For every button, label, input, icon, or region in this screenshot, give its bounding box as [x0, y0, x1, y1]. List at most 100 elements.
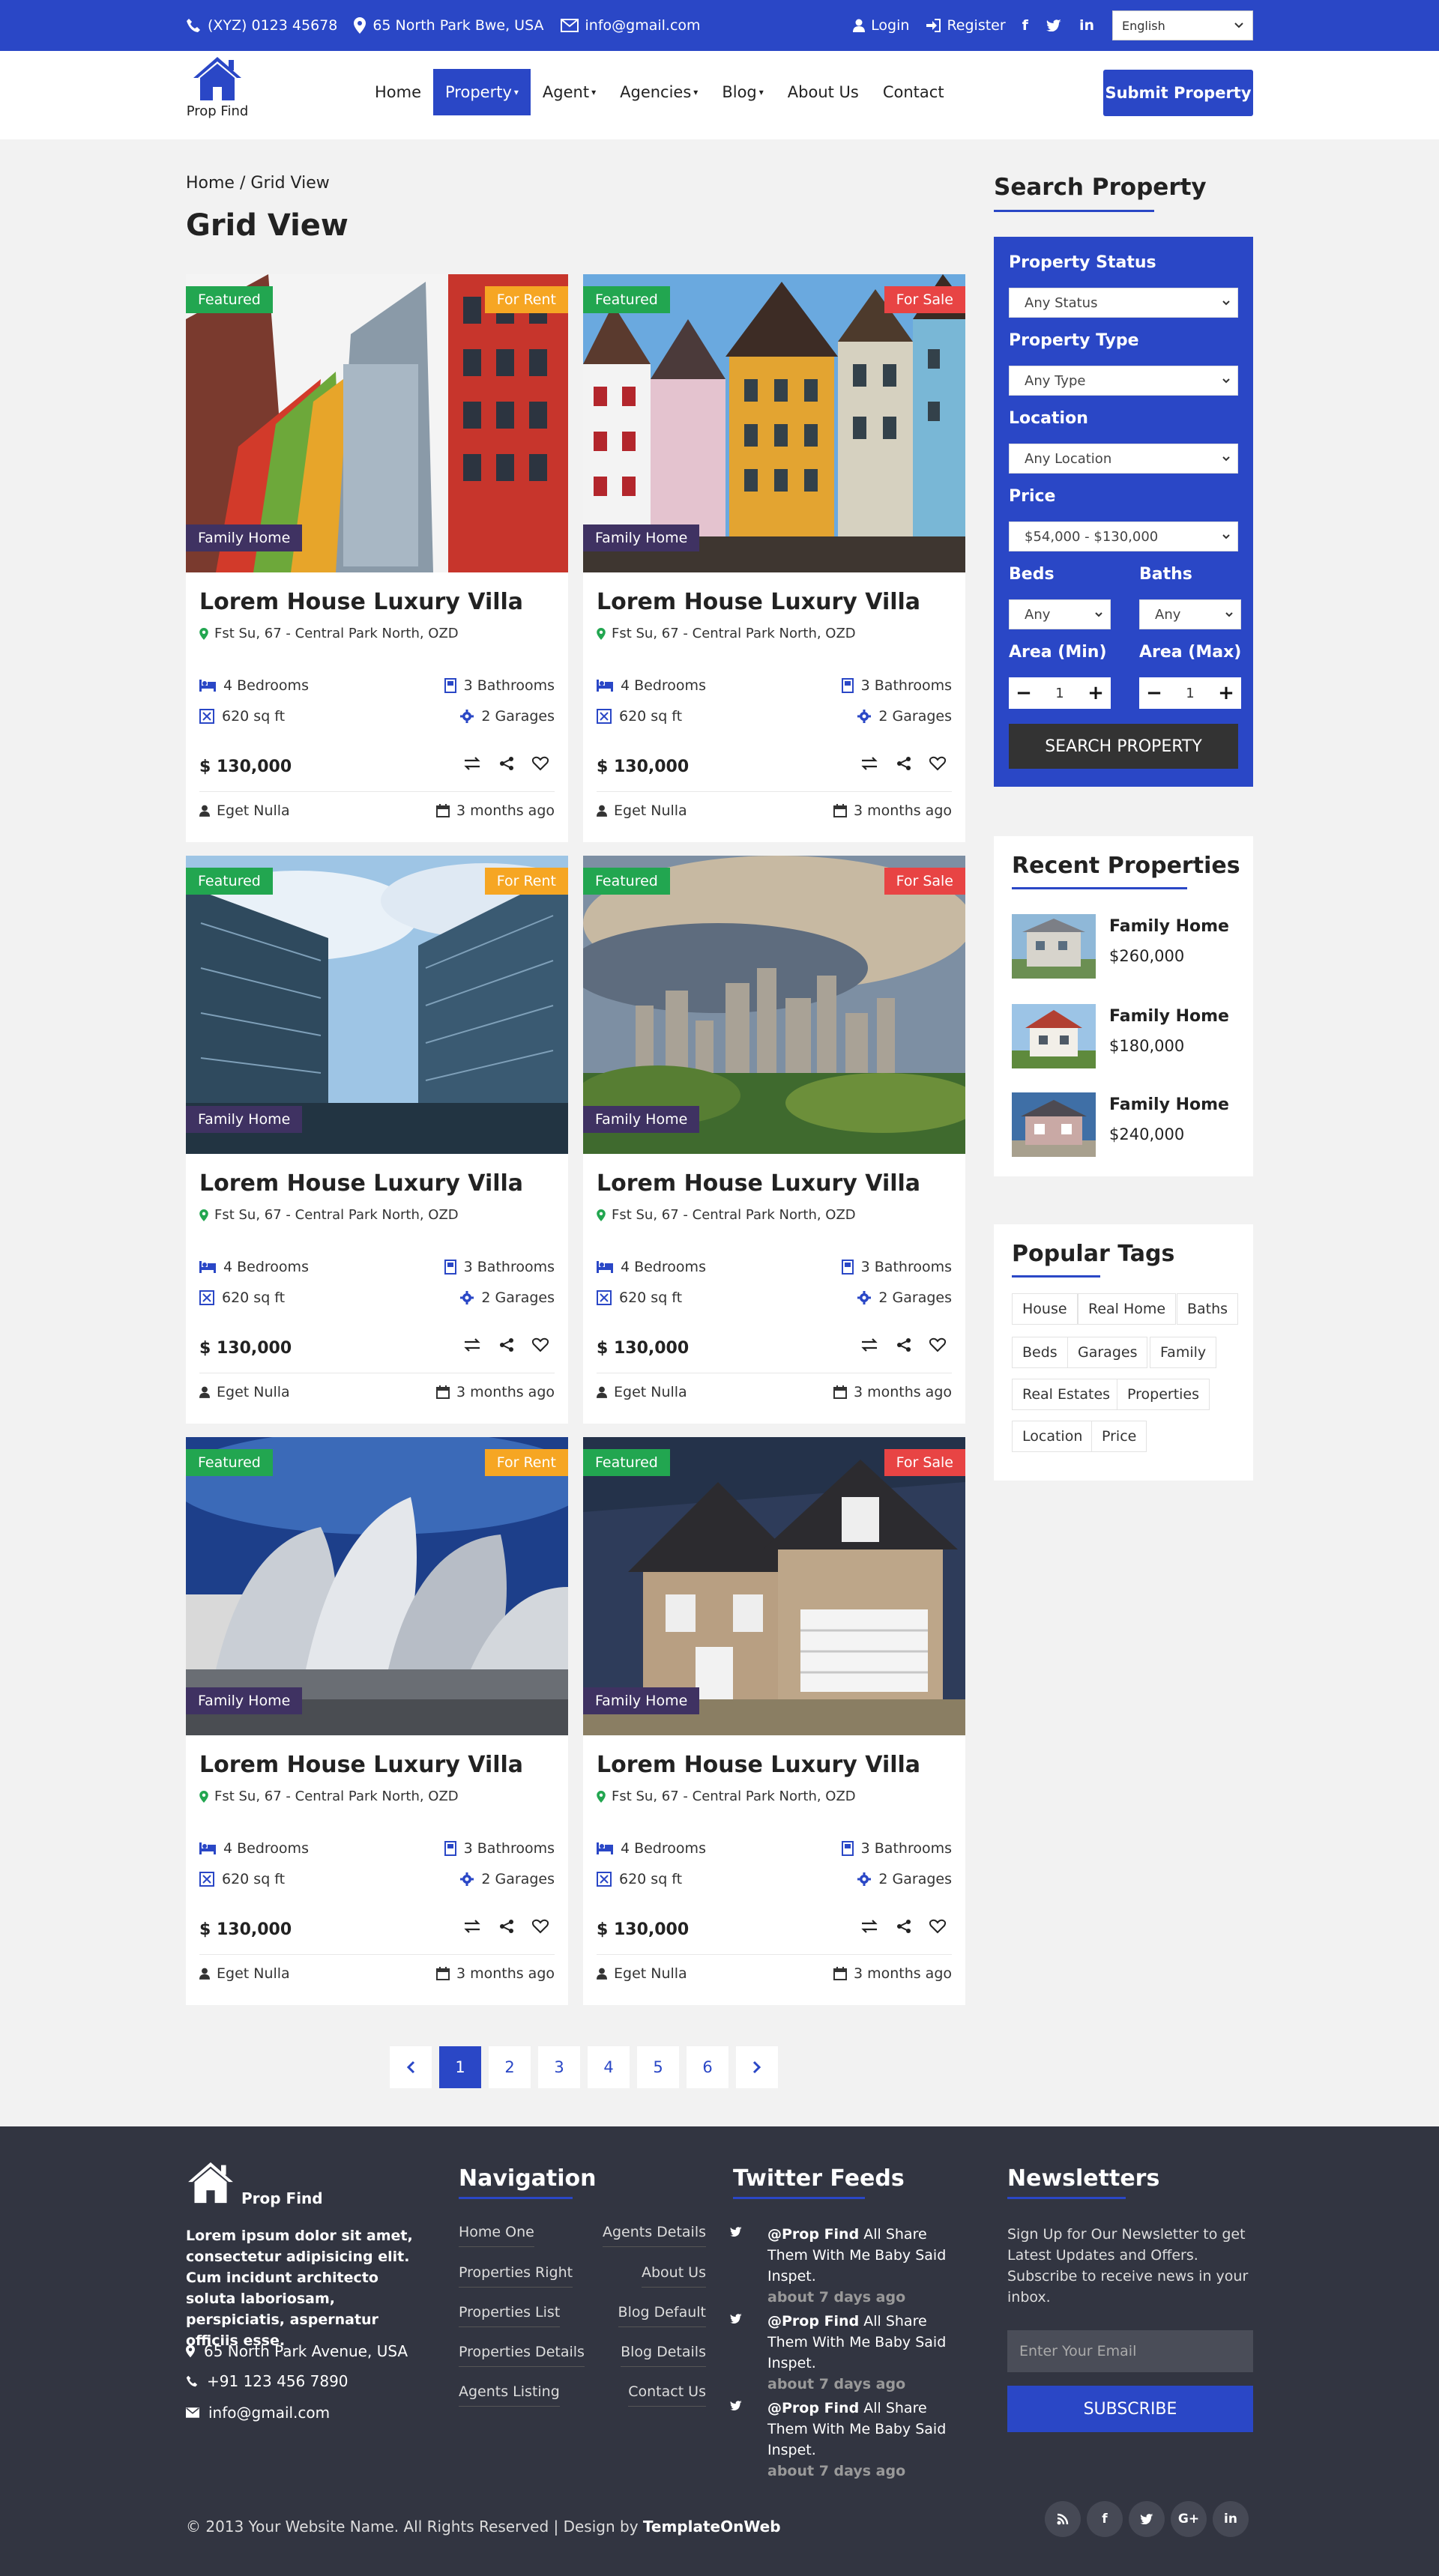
share-icon[interactable]: [896, 756, 911, 771]
nav-agent[interactable]: Agent ▾: [531, 69, 608, 115]
twitter-icon[interactable]: [1129, 2501, 1165, 2537]
page-3[interactable]: 3: [538, 2046, 580, 2088]
area-min-increment[interactable]: +: [1081, 682, 1111, 704]
property-owner[interactable]: Eget Nulla: [597, 1965, 687, 1982]
topbar-phone[interactable]: (XYZ) 0123 45678: [186, 17, 337, 34]
page-6[interactable]: 6: [687, 2046, 728, 2088]
facebook-icon[interactable]: f: [1087, 2501, 1123, 2537]
nav-contact[interactable]: Contact: [871, 69, 956, 115]
footer-email[interactable]: info@gmail.com: [186, 2404, 330, 2422]
facebook-icon[interactable]: f: [1022, 17, 1028, 34]
beds-select[interactable]: Any: [1009, 599, 1111, 629]
share-icon[interactable]: [896, 1337, 911, 1352]
footer-phone[interactable]: +91 123 456 7890: [186, 2372, 349, 2390]
heart-icon[interactable]: [532, 1337, 549, 1352]
recent-item[interactable]: Family Home $180,000: [1012, 1004, 1237, 1068]
compare-icon[interactable]: [463, 1337, 481, 1352]
property-owner[interactable]: Eget Nulla: [199, 802, 290, 819]
newsletter-email-input[interactable]: Enter Your Email: [1007, 2330, 1253, 2372]
register-link[interactable]: Register: [926, 17, 1006, 34]
twitter-icon[interactable]: [1046, 19, 1061, 31]
share-icon[interactable]: [499, 1337, 514, 1352]
tweet[interactable]: @Prop Find All Share Them With Me Baby S…: [730, 2311, 958, 2395]
search-property-button[interactable]: SEARCH PROPERTY: [1009, 724, 1238, 769]
property-owner[interactable]: Eget Nulla: [199, 1965, 290, 1982]
property-card[interactable]: Featured For Sale Family Home Lorem Hous…: [583, 1437, 965, 2005]
login-link[interactable]: Login: [853, 17, 909, 34]
pagination-next[interactable]: [736, 2046, 778, 2088]
page-4[interactable]: 4: [588, 2046, 630, 2088]
area-min-value[interactable]: 1: [1039, 686, 1081, 701]
property-title[interactable]: Lorem House Luxury Villa: [597, 589, 920, 615]
footer-link-home-one[interactable]: Home One: [459, 2224, 534, 2247]
heart-icon[interactable]: [929, 1919, 946, 1934]
property-owner[interactable]: Eget Nulla: [597, 1384, 687, 1400]
linkedin-icon[interactable]: in: [1213, 2501, 1249, 2537]
tag-price[interactable]: Price: [1091, 1421, 1147, 1452]
footer-link-blog-default[interactable]: Blog Default: [618, 2304, 706, 2327]
property-card[interactable]: Featured For Rent Family Home Lorem Hous…: [186, 274, 568, 842]
tag-location[interactable]: Location: [1012, 1421, 1093, 1452]
nav-about[interactable]: About Us: [776, 69, 871, 115]
status-select[interactable]: Any Status: [1009, 288, 1238, 318]
property-card[interactable]: Featured For Sale Family Home Lorem Hous…: [583, 856, 965, 1424]
price-select[interactable]: $54,000 - $130,000: [1009, 521, 1238, 551]
area-max-increment[interactable]: +: [1211, 682, 1241, 704]
footer-link-blog-details[interactable]: Blog Details: [621, 2344, 706, 2367]
page-1[interactable]: 1: [439, 2046, 481, 2088]
page-5[interactable]: 5: [637, 2046, 679, 2088]
property-card[interactable]: Featured For Rent Family Home Lorem Hous…: [186, 856, 568, 1424]
pagination-prev[interactable]: [390, 2046, 432, 2088]
compare-icon[interactable]: [463, 756, 481, 771]
footer-link-contact-us[interactable]: Contact Us: [628, 2383, 706, 2407]
footer-link-properties-details[interactable]: Properties Details: [459, 2344, 585, 2367]
property-title[interactable]: Lorem House Luxury Villa: [597, 1170, 920, 1197]
breadcrumb-home[interactable]: Home: [186, 174, 235, 193]
footer-link-properties-right[interactable]: Properties Right: [459, 2264, 573, 2288]
tweet[interactable]: @Prop Find All Share Them With Me Baby S…: [730, 2398, 958, 2482]
location-select[interactable]: Any Location: [1009, 444, 1238, 474]
footer-link-about-us[interactable]: About Us: [641, 2264, 706, 2288]
footer-link-agents-details[interactable]: Agents Details: [602, 2224, 706, 2247]
baths-select[interactable]: Any: [1139, 599, 1241, 629]
tag-house[interactable]: House: [1012, 1293, 1078, 1325]
tweet[interactable]: @Prop Find All Share Them With Me Baby S…: [730, 2224, 958, 2308]
nav-property[interactable]: Property ▾: [433, 69, 531, 115]
nav-blog[interactable]: Blog ▾: [710, 69, 775, 115]
compare-icon[interactable]: [463, 1919, 481, 1934]
site-logo[interactable]: Prop Find: [186, 55, 249, 119]
designer-link[interactable]: TemplateOnWeb: [643, 2518, 781, 2536]
property-owner[interactable]: Eget Nulla: [597, 802, 687, 819]
rss-icon[interactable]: [1045, 2501, 1081, 2537]
recent-item[interactable]: Family Home $260,000: [1012, 914, 1237, 979]
subscribe-button[interactable]: SUBSCRIBE: [1007, 2386, 1253, 2432]
property-card[interactable]: Featured For Rent Family Home Lorem Hous…: [186, 1437, 568, 2005]
tag-properties[interactable]: Properties: [1117, 1379, 1210, 1410]
tag-real-home[interactable]: Real Home: [1078, 1293, 1177, 1325]
property-owner[interactable]: Eget Nulla: [199, 1384, 290, 1400]
tag-baths[interactable]: Baths: [1177, 1293, 1239, 1325]
footer-link-agents-listing[interactable]: Agents Listing: [459, 2383, 560, 2407]
type-select[interactable]: Any Type: [1009, 366, 1238, 396]
tag-real-estates[interactable]: Real Estates: [1012, 1379, 1121, 1410]
property-title[interactable]: Lorem House Luxury Villa: [199, 589, 523, 615]
property-title[interactable]: Lorem House Luxury Villa: [199, 1752, 523, 1778]
tag-beds[interactable]: Beds: [1012, 1337, 1068, 1368]
heart-icon[interactable]: [929, 1337, 946, 1352]
property-title[interactable]: Lorem House Luxury Villa: [199, 1170, 523, 1197]
recent-item[interactable]: Family Home $240,000: [1012, 1092, 1237, 1157]
compare-icon[interactable]: [860, 1919, 878, 1934]
submit-property-button[interactable]: Submit Property: [1103, 70, 1253, 116]
tag-family[interactable]: Family: [1150, 1337, 1217, 1368]
heart-icon[interactable]: [532, 1919, 549, 1934]
share-icon[interactable]: [896, 1919, 911, 1934]
property-title[interactable]: Lorem House Luxury Villa: [597, 1752, 920, 1778]
language-select[interactable]: English: [1112, 10, 1253, 40]
linkedin-icon[interactable]: in: [1079, 17, 1094, 34]
heart-icon[interactable]: [929, 756, 946, 771]
share-icon[interactable]: [499, 1919, 514, 1934]
area-min-decrement[interactable]: −: [1009, 682, 1039, 704]
property-card[interactable]: Featured For Sale Family Home Lorem Hous…: [583, 274, 965, 842]
page-2[interactable]: 2: [489, 2046, 531, 2088]
heart-icon[interactable]: [532, 756, 549, 771]
